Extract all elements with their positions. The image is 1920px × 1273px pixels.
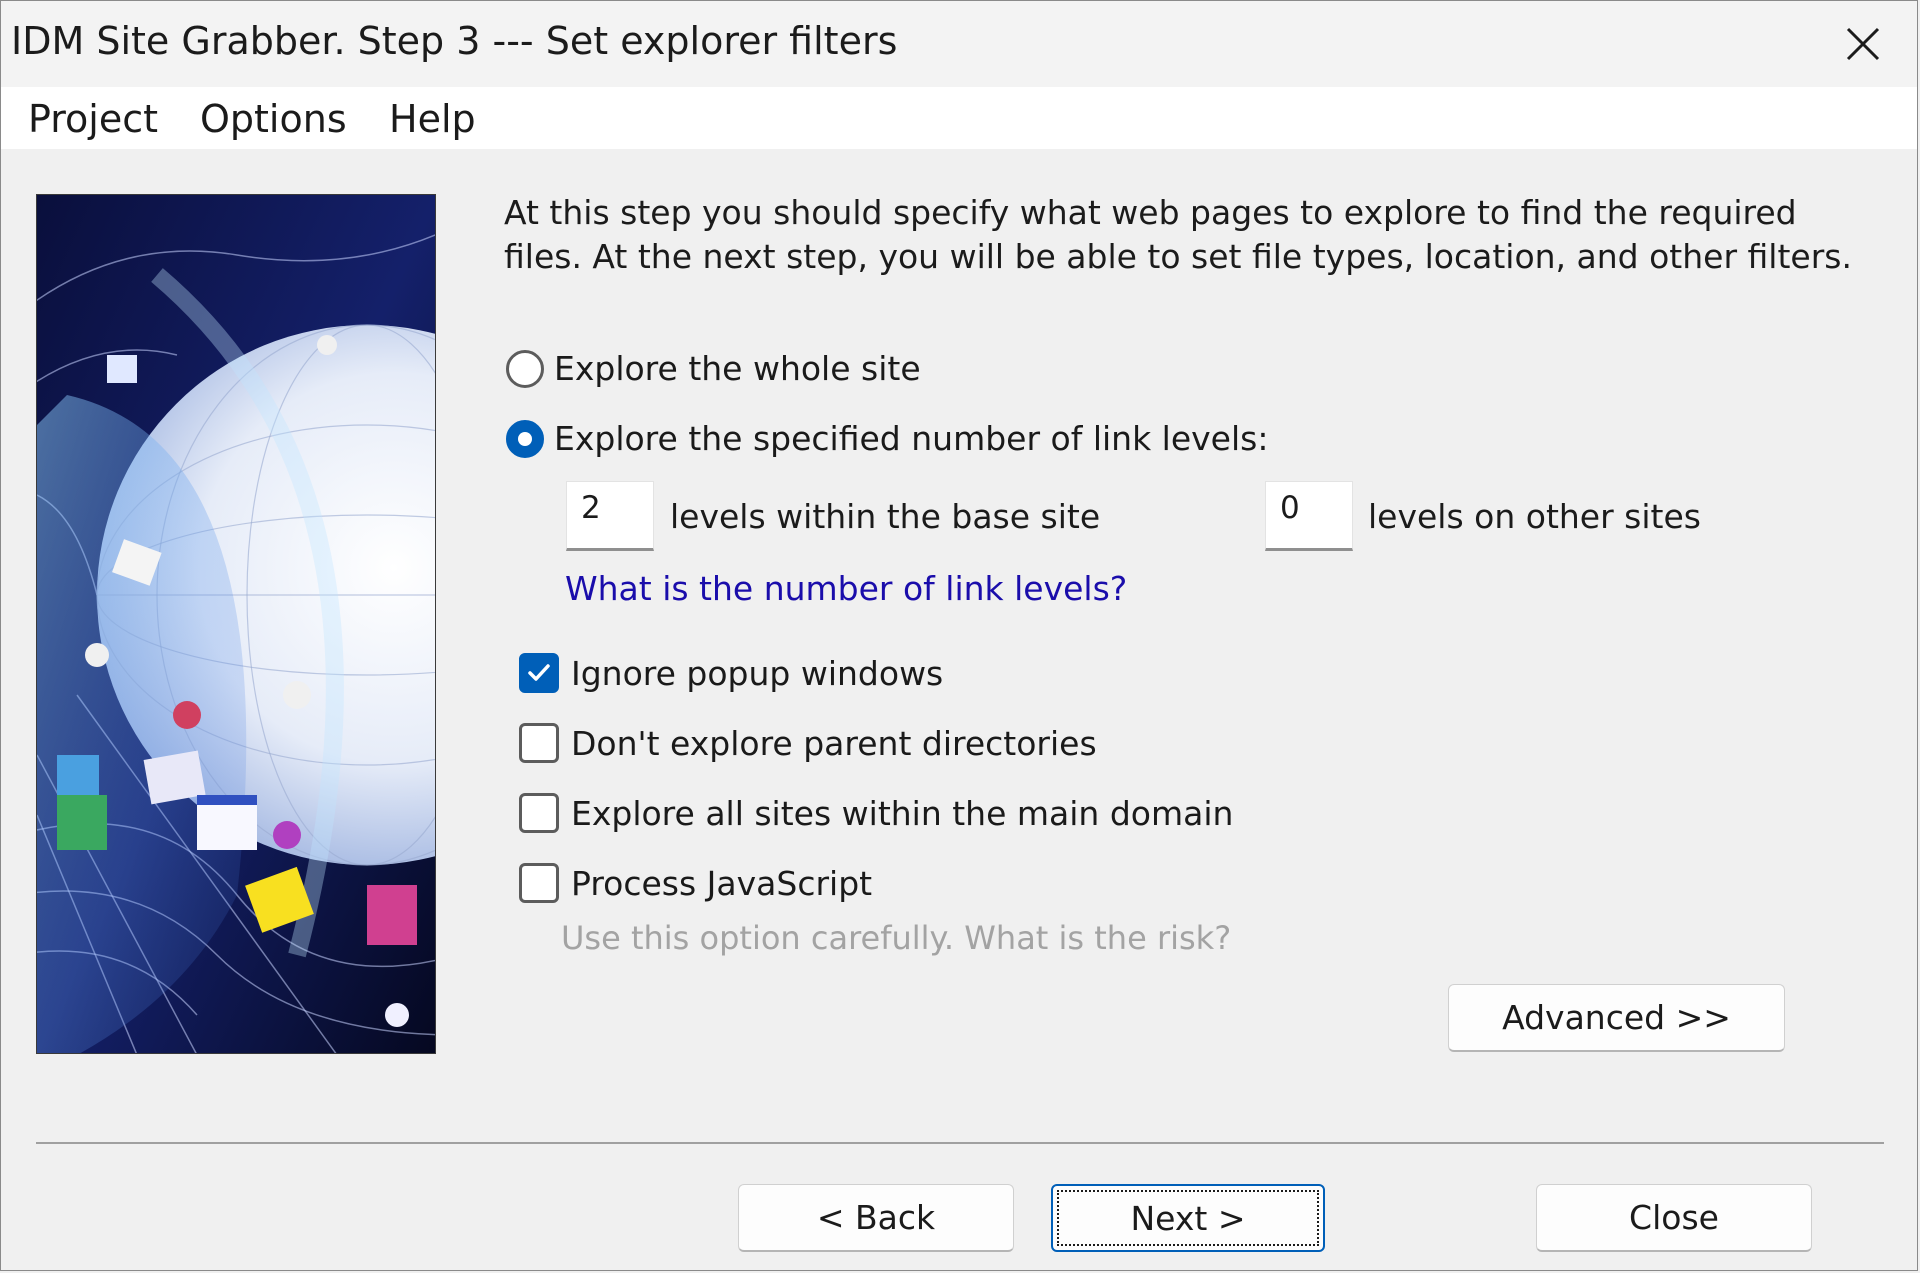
- base-site-levels-label: levels within the base site: [670, 497, 1101, 536]
- explore-whole-site-option[interactable]: Explore the whole site: [506, 349, 921, 388]
- process-javascript-label: Process JavaScript: [571, 863, 873, 903]
- next-button[interactable]: Next >: [1051, 1184, 1325, 1252]
- option-ignore-popups[interactable]: Ignore popup windows: [519, 653, 943, 693]
- menu-bar: Project Options Help: [1, 87, 1917, 149]
- title-bar: IDM Site Grabber. Step 3 --- Set explore…: [1, 1, 1917, 87]
- process-javascript-checkbox[interactable]: [519, 863, 559, 903]
- close-button[interactable]: Close: [1536, 1184, 1812, 1252]
- link-levels-help-link[interactable]: What is the number of link levels?: [565, 569, 1127, 608]
- option-no-parent-dirs[interactable]: Don't explore parent directories: [519, 723, 1097, 763]
- explore-whole-site-label: Explore the whole site: [554, 349, 921, 388]
- no-parent-dirs-checkbox[interactable]: [519, 723, 559, 763]
- explore-levels-radio[interactable]: [506, 419, 544, 458]
- advanced-button[interactable]: Advanced >>: [1448, 984, 1785, 1052]
- explore-whole-site-radio[interactable]: [506, 349, 544, 388]
- other-sites-levels-label: levels on other sites: [1368, 497, 1701, 536]
- site-grabber-dialog: IDM Site Grabber. Step 3 --- Set explore…: [0, 0, 1918, 1271]
- menu-help[interactable]: Help: [389, 97, 476, 141]
- menu-project[interactable]: Project: [28, 97, 158, 141]
- ignore-popups-label: Ignore popup windows: [571, 653, 944, 693]
- close-window-button[interactable]: [1817, 7, 1909, 81]
- intro-text: At this step you should specify what web…: [504, 193, 1852, 276]
- menu-options[interactable]: Options: [200, 97, 347, 141]
- window-title: IDM Site Grabber. Step 3 --- Set explore…: [11, 19, 898, 63]
- explore-levels-option[interactable]: Explore the specified number of link lev…: [506, 419, 1268, 458]
- ignore-popups-checkbox[interactable]: [519, 653, 559, 693]
- back-button[interactable]: < Back: [738, 1184, 1014, 1252]
- base-site-levels-input[interactable]: [566, 481, 654, 551]
- explore-levels-label: Explore the specified number of link lev…: [554, 419, 1269, 458]
- all-sites-main-domain-label: Explore all sites within the main domain: [571, 793, 1234, 833]
- checkmark-icon: [528, 664, 550, 681]
- option-all-sites-main-domain[interactable]: Explore all sites within the main domain: [519, 793, 1233, 833]
- javascript-risk-hint: Use this option carefully. What is the r…: [561, 919, 1232, 957]
- close-icon: [1846, 27, 1880, 61]
- footer-separator: [36, 1142, 1884, 1144]
- other-sites-levels-input[interactable]: [1265, 481, 1353, 551]
- option-process-javascript[interactable]: Process JavaScript: [519, 863, 872, 903]
- all-sites-main-domain-checkbox[interactable]: [519, 793, 559, 833]
- no-parent-dirs-label: Don't explore parent directories: [571, 723, 1097, 763]
- wizard-globe-image: [36, 194, 436, 1054]
